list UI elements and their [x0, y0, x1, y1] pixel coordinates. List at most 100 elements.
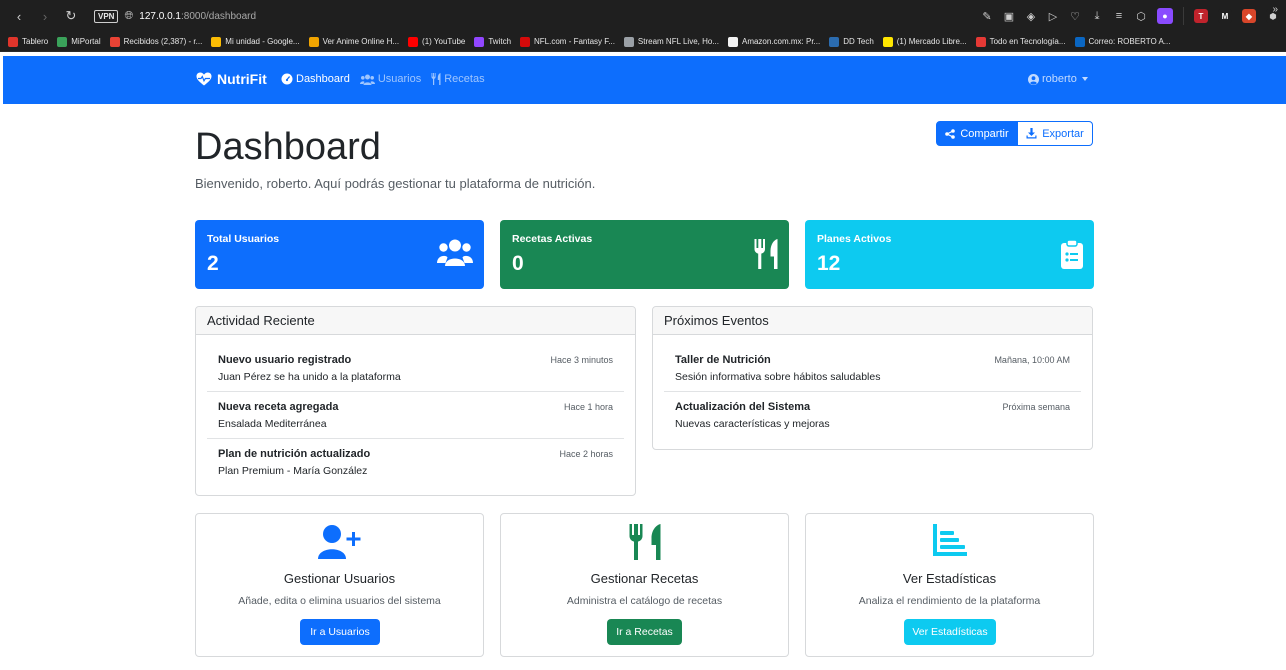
bookmark-item[interactable]: Tablero: [8, 36, 48, 47]
event-item-desc: Nuevas características y mejoras: [675, 418, 830, 430]
event-item[interactable]: Taller de Nutrición Sesión informativa s…: [664, 345, 1081, 392]
edit-icon[interactable]: ✎: [981, 10, 993, 23]
stat-value: 0: [512, 252, 524, 275]
event-item[interactable]: Actualización del Sistema Nuevas caracte…: [664, 392, 1081, 439]
forward-icon[interactable]: ›: [34, 5, 56, 27]
go-recetas-button[interactable]: Ir a Recetas: [607, 619, 682, 645]
main-nav: Dashboard Usuarios Recetas: [281, 73, 485, 85]
camera-icon[interactable]: ▣: [1003, 10, 1015, 23]
go-usuarios-button[interactable]: Ir a Usuarios: [300, 619, 380, 645]
users-icon: [359, 74, 375, 85]
activity-item-desc: Ensalada Mediterránea: [218, 418, 327, 430]
action-card-recetas: Gestionar Recetas Administra el catálogo…: [500, 513, 789, 657]
activity-item[interactable]: Plan de nutrición actualizado Plan Premi…: [207, 439, 624, 486]
bookmark-favicon-icon: [623, 36, 634, 47]
bookmark-favicon-icon: [308, 36, 319, 47]
bookmark-favicon-icon: [408, 36, 419, 47]
gauge-icon: [281, 73, 293, 85]
action-card-title: Gestionar Recetas: [590, 571, 699, 586]
utensils-icon: [754, 239, 778, 272]
activity-item-time: Hace 1 hora: [563, 402, 613, 412]
play-icon[interactable]: ▷: [1047, 10, 1059, 23]
extension-m-icon[interactable]: M: [1218, 9, 1232, 23]
page-subtitle: Bienvenido, roberto. Aquí podrás gestion…: [195, 176, 596, 191]
action-card-desc: Administra el catálogo de recetas: [566, 595, 723, 607]
bookmark-item[interactable]: Recibidos (2,387) - r...: [109, 36, 203, 47]
vpn-badge[interactable]: VPN: [94, 9, 119, 23]
share-icon: [945, 128, 956, 139]
bookmark-label: Twitch: [488, 37, 512, 46]
user-circle-icon: [1028, 73, 1039, 85]
bookmark-label: NFL.com - Fantasy F...: [534, 37, 615, 46]
action-card-desc: Analiza el rendimiento de la plataforma: [858, 595, 1041, 607]
bookmark-item[interactable]: Stream NFL Live, Ho...: [623, 36, 719, 47]
brand-link[interactable]: NutriFit: [196, 71, 267, 87]
bookmark-item[interactable]: Todo en Tecnología...: [975, 36, 1066, 47]
user-dropdown[interactable]: roberto: [1028, 73, 1088, 85]
bookmark-item[interactable]: MiPortal: [57, 36, 101, 47]
header-actions: Compartir Exportar: [936, 121, 1093, 146]
users-icon: [437, 238, 473, 269]
bookmarks-overflow-icon[interactable]: »: [1272, 4, 1278, 15]
bookmark-favicon-icon: [109, 36, 120, 47]
bookmark-item[interactable]: NFL.com - Fantasy F...: [520, 36, 615, 47]
bookmark-item[interactable]: Amazon.com.mx: Pr...: [727, 36, 820, 47]
extension-tp-icon[interactable]: T: [1194, 9, 1208, 23]
app-navbar: NutriFit Dashboard Usuarios Recetas robe…: [3, 56, 1286, 104]
shield-icon[interactable]: ◈: [1025, 10, 1037, 23]
extension-layers-icon[interactable]: ◆: [1242, 9, 1256, 23]
bookmark-label: Ver Anime Online H...: [322, 37, 400, 46]
url-host: 127.0.0.1: [139, 10, 181, 22]
bookmark-item[interactable]: Ver Anime Online H...: [308, 36, 400, 47]
bookmark-favicon-icon: [882, 36, 893, 47]
bookmark-label: Mi unidad - Google...: [225, 37, 300, 46]
bookmark-item[interactable]: (1) Mercado Libre...: [882, 36, 967, 47]
profile-icon[interactable]: ●: [1157, 8, 1173, 24]
bookmark-favicon-icon: [474, 36, 485, 47]
utensils-icon: [431, 73, 441, 85]
box-icon[interactable]: ⬡: [1135, 10, 1147, 23]
address-bar[interactable]: 127.0.0.1:8000/dashboard: [139, 11, 256, 22]
bookmark-item[interactable]: Twitch: [474, 36, 512, 47]
bookmark-item[interactable]: Correo: ROBERTO A...: [1074, 36, 1170, 47]
bookmark-label: Stream NFL Live, Ho...: [637, 37, 719, 46]
go-estadisticas-button[interactable]: Ver Estadísticas: [904, 619, 996, 645]
bookmark-item[interactable]: (1) YouTube: [408, 36, 466, 47]
url-path: :8000/dashboard: [180, 10, 257, 22]
nav-recetas[interactable]: Recetas: [431, 73, 485, 85]
export-button[interactable]: Exportar: [1018, 121, 1093, 146]
activity-panel-title: Actividad Reciente: [196, 307, 635, 335]
menu-icon[interactable]: ≡: [1113, 10, 1125, 22]
action-card-estadisticas: Ver Estadísticas Analiza el rendimiento …: [805, 513, 1094, 657]
action-card-title: Gestionar Usuarios: [283, 571, 396, 586]
stat-title: Recetas Activas: [512, 233, 593, 245]
heart-icon[interactable]: ♡: [1069, 10, 1081, 23]
page-title: Dashboard: [195, 126, 381, 168]
share-label: Compartir: [960, 127, 1009, 140]
bookmark-item[interactable]: Mi unidad - Google...: [211, 36, 300, 47]
bookmark-favicon-icon: [975, 36, 986, 47]
activity-panel: Actividad Reciente Nuevo usuario registr…: [195, 306, 636, 496]
stat-card-planes: Planes Activos 12: [805, 220, 1094, 289]
back-icon[interactable]: ‹: [8, 5, 30, 27]
activity-item-desc: Juan Pérez se ha unido a la plataforma: [218, 371, 401, 383]
action-card-desc: Añade, edita o elimina usuarios del sist…: [238, 595, 441, 607]
download-icon[interactable]: ⤓: [1091, 10, 1103, 23]
bookmark-label: MiPortal: [71, 37, 101, 46]
bookmark-favicon-icon: [8, 36, 18, 47]
browser-toolbar: ‹ › ↻ VPN 🌐︎ 127.0.0.1:8000/dashboard ✎ …: [0, 0, 1286, 32]
reload-icon[interactable]: ↻: [60, 5, 82, 27]
activity-item[interactable]: Nueva receta agregada Ensalada Mediterrá…: [207, 392, 624, 439]
chart-bar-icon: [806, 524, 1093, 556]
bookmark-item[interactable]: DD Tech: [829, 36, 874, 47]
activity-item[interactable]: Nuevo usuario registrado Juan Pérez se h…: [207, 345, 624, 392]
share-button[interactable]: Compartir: [936, 121, 1018, 146]
nav-usuarios-label: Usuarios: [377, 73, 422, 85]
export-label: Exportar: [1042, 127, 1084, 140]
action-card-usuarios: Gestionar Usuarios Añade, edita o elimin…: [195, 513, 484, 657]
bookmark-label: (1) YouTube: [422, 37, 466, 46]
browser-actions: ✎ ▣ ◈ ▷ ♡ ⤓ ≡ ⬡ ● T M ◆ ⬢: [981, 0, 1280, 32]
bookmark-label: Recibidos (2,387) - r...: [123, 37, 203, 46]
nav-dashboard[interactable]: Dashboard: [281, 73, 350, 85]
nav-usuarios[interactable]: Usuarios: [359, 73, 422, 85]
